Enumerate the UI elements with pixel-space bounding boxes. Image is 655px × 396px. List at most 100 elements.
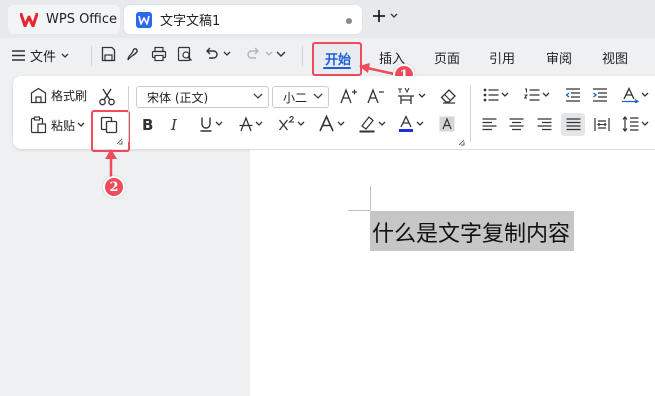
hamburger-icon <box>12 50 25 61</box>
clear-format-icon[interactable] <box>440 88 457 104</box>
text-direction-icon <box>621 87 639 103</box>
chevron-down-icon <box>253 93 263 100</box>
line-spacing-icon <box>622 116 639 132</box>
ribbon-divider <box>128 86 129 142</box>
menu-divider <box>91 46 92 66</box>
font-color-button[interactable] <box>398 115 424 133</box>
chevron-down-icon <box>337 121 345 127</box>
dialog-launcher-icon[interactable] <box>458 139 465 146</box>
redo-button[interactable] <box>246 46 273 61</box>
print-preview-icon[interactable] <box>177 46 193 62</box>
character-shading-icon[interactable] <box>439 116 455 132</box>
font-color-icon <box>398 115 414 133</box>
margin-corner-mark <box>348 210 370 211</box>
strikethrough-button[interactable] <box>239 116 263 132</box>
underline-icon <box>199 116 213 132</box>
text-direction-button[interactable] <box>621 87 649 103</box>
clipboard-icon <box>30 116 47 134</box>
chevron-down-icon <box>223 51 231 57</box>
redo-icon <box>246 46 261 61</box>
wps-office-tab-label: WPS Office <box>46 12 118 27</box>
cut-button[interactable] <box>98 88 116 106</box>
superscript-button[interactable] <box>278 115 305 132</box>
underline-button[interactable] <box>199 116 223 132</box>
tab-view[interactable]: 视图 <box>602 48 628 67</box>
font-size-select[interactable]: 小二 <box>272 86 329 108</box>
italic-button[interactable]: I <box>171 116 177 134</box>
format-painter-button[interactable]: 格式刷 <box>30 87 87 104</box>
new-tab-button[interactable] <box>372 9 398 23</box>
export-pdf-icon[interactable] <box>125 46 140 62</box>
chevron-down-icon <box>542 92 550 98</box>
chevron-down-icon <box>215 121 223 127</box>
ribbon-divider <box>470 86 471 142</box>
scissors-icon <box>98 88 116 106</box>
numbered-list-icon <box>524 88 540 102</box>
quick-access-more-button[interactable] <box>276 51 286 58</box>
decrease-font-size-icon[interactable] <box>367 88 385 104</box>
tab-page[interactable]: 页面 <box>434 48 460 67</box>
bullet-list-icon <box>483 88 499 102</box>
bullet-list-button[interactable] <box>483 88 509 102</box>
undo-button[interactable] <box>204 46 231 61</box>
chevron-down-icon <box>77 122 85 128</box>
active-tab-underline <box>323 67 351 69</box>
tab-review[interactable]: 审阅 <box>546 48 572 67</box>
strikethrough-icon <box>239 116 253 132</box>
document-page[interactable] <box>250 150 655 396</box>
chevron-down-icon <box>418 93 426 99</box>
increase-indent-icon[interactable] <box>592 88 608 102</box>
highlighter-icon <box>358 115 376 133</box>
document-tab[interactable]: 文字文稿1 <box>124 5 362 34</box>
annotation-callout-2: 2 <box>103 176 125 198</box>
decrease-indent-icon[interactable] <box>565 88 581 102</box>
font-name-value: 宋体 (正文) <box>147 90 209 105</box>
format-painter-label: 格式刷 <box>51 89 88 103</box>
phonetic-guide-icon <box>396 87 416 105</box>
wps-office-tab[interactable]: WPS Office <box>8 5 120 34</box>
undo-icon <box>204 46 219 61</box>
align-right-icon[interactable] <box>537 118 552 131</box>
file-menu-label: 文件 <box>30 50 57 65</box>
increase-font-size-icon[interactable] <box>340 88 358 104</box>
menu-divider <box>302 46 303 66</box>
chevron-down-icon <box>265 51 273 57</box>
chevron-down-icon <box>313 93 323 100</box>
bold-button[interactable]: B <box>142 116 153 134</box>
phonetic-guide-button[interactable] <box>396 87 426 105</box>
print-icon[interactable] <box>151 46 167 62</box>
chevron-down-icon <box>641 121 649 127</box>
font-size-value: 小二 <box>283 90 308 105</box>
file-menu-button[interactable]: 文件 <box>12 46 69 65</box>
format-painter-icon <box>30 87 47 104</box>
distribute-icon[interactable] <box>594 117 610 132</box>
chevron-down-icon <box>61 53 69 59</box>
unsaved-dot-icon[interactable] <box>346 18 352 24</box>
save-icon[interactable] <box>101 46 116 62</box>
selected-document-text[interactable]: 什么是文字复制内容 <box>370 211 575 251</box>
text-effect-icon <box>318 115 335 132</box>
align-left-icon[interactable] <box>482 118 497 131</box>
font-name-select[interactable]: 宋体 (正文) <box>136 86 269 108</box>
tab-home-label: 开始 <box>325 53 352 68</box>
justify-icon <box>566 118 581 131</box>
line-spacing-button[interactable] <box>622 116 649 132</box>
align-center-icon[interactable] <box>509 118 524 131</box>
chevron-down-icon <box>641 92 649 98</box>
chevron-down-icon <box>378 121 386 127</box>
text-effect-button[interactable] <box>318 115 345 132</box>
paste-label: 粘贴 <box>51 118 76 133</box>
copy-highlight-box <box>91 110 130 152</box>
document-tab-label: 文字文稿1 <box>160 14 221 29</box>
margin-corner-mark <box>370 186 371 210</box>
title-tab-bar: WPS Office 文字文稿1 <box>0 0 655 38</box>
chevron-down-icon <box>276 51 286 58</box>
tab-references[interactable]: 引用 <box>489 48 515 67</box>
justify-button[interactable] <box>561 113 585 136</box>
paste-button[interactable]: 粘贴 <box>30 116 85 134</box>
numbered-list-button[interactable] <box>524 88 550 102</box>
chevron-down-icon <box>390 13 398 19</box>
chevron-down-icon <box>501 92 509 98</box>
chevron-down-icon <box>297 121 305 127</box>
highlight-button[interactable] <box>358 115 386 133</box>
